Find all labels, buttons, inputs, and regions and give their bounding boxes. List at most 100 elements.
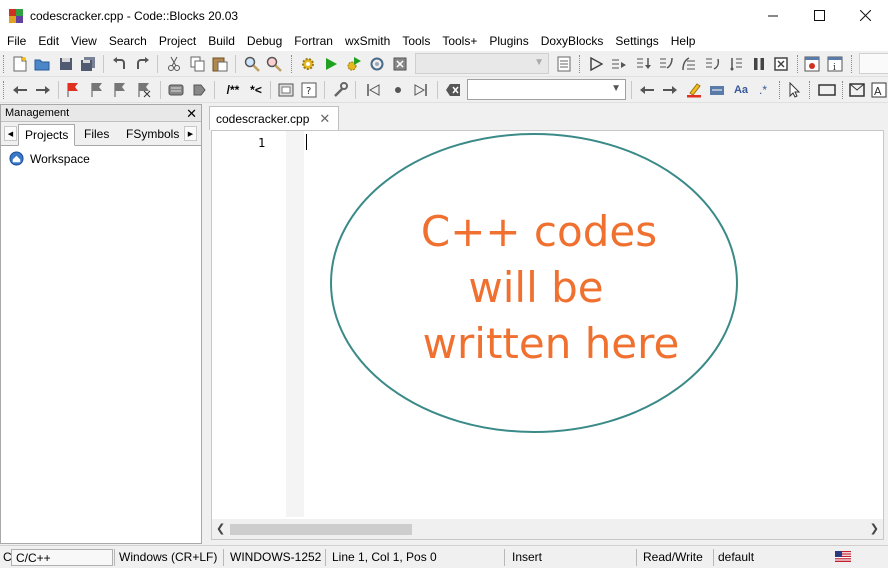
- redo-icon[interactable]: [133, 55, 151, 73]
- cut-icon[interactable]: [165, 55, 183, 73]
- scrollbar-thumb[interactable]: [230, 524, 412, 535]
- status-position: Line 1, Col 1, Pos 0: [332, 550, 437, 564]
- menu-file[interactable]: File: [1, 31, 32, 51]
- svg-text:i: i: [833, 63, 836, 72]
- menu-settings[interactable]: Settings: [609, 31, 664, 51]
- clear-search-icon[interactable]: [444, 81, 462, 99]
- menu-tools-plus[interactable]: Tools+: [436, 31, 483, 51]
- next-bookmark-icon[interactable]: [111, 81, 129, 99]
- annotation-overlay: C++ codes will be written here: [330, 133, 738, 433]
- debug-info-icon[interactable]: i: [826, 55, 844, 73]
- copy-icon[interactable]: [189, 55, 207, 73]
- search-next-icon[interactable]: [661, 81, 679, 99]
- incremental-search-combo[interactable]: ▼: [467, 79, 626, 100]
- stop-debug-icon[interactable]: [772, 55, 790, 73]
- status-language-prefix: C: [3, 550, 12, 564]
- menu-help[interactable]: Help: [665, 31, 702, 51]
- menu-project[interactable]: Project: [153, 31, 202, 51]
- management-panel: Management ✕ ◀ Projects Files FSymbols ▶…: [0, 104, 202, 544]
- wrench-icon[interactable]: [331, 81, 349, 99]
- tab-files[interactable]: Files: [78, 124, 115, 146]
- select-pointer-icon[interactable]: [786, 81, 804, 99]
- doxy-line-comment-button[interactable]: *<: [246, 81, 266, 99]
- horizontal-scrollbar[interactable]: ❮ ❯: [212, 519, 883, 539]
- search-prev-icon[interactable]: [638, 81, 656, 99]
- debug-start-icon[interactable]: [587, 55, 605, 73]
- menu-search[interactable]: Search: [103, 31, 153, 51]
- highlight-icon[interactable]: [685, 81, 703, 99]
- menu-tools[interactable]: Tools: [396, 31, 436, 51]
- open-folder-icon[interactable]: [33, 55, 51, 73]
- editor-tab[interactable]: codescracker.cpp ✕: [209, 106, 340, 131]
- function-marker-icon[interactable]: [389, 81, 407, 99]
- new-file-icon[interactable]: [11, 55, 29, 73]
- status-language[interactable]: C/C++: [11, 549, 113, 566]
- close-window-button[interactable]: [842, 0, 888, 31]
- menu-wxsmith[interactable]: wxSmith: [339, 31, 396, 51]
- next-function-icon[interactable]: [411, 81, 429, 99]
- management-tabs: ◀ Projects Files FSymbols ▶: [1, 122, 201, 146]
- undo-icon[interactable]: [111, 55, 129, 73]
- doxywizard-icon[interactable]: [277, 81, 295, 99]
- prev-bookmark-icon[interactable]: [88, 81, 106, 99]
- tab-scroll-right-icon[interactable]: ▶: [184, 126, 197, 141]
- step-out-icon[interactable]: [680, 55, 698, 73]
- close-tab-icon[interactable]: ✕: [319, 107, 330, 131]
- scroll-left-icon[interactable]: ❮: [216, 522, 225, 535]
- close-icon[interactable]: ✕: [186, 105, 197, 122]
- run-to-cursor-icon[interactable]: [610, 55, 628, 73]
- maximize-button[interactable]: [796, 0, 842, 31]
- tab-scroll-left-icon[interactable]: ◀: [4, 126, 17, 141]
- next-instruction-icon[interactable]: [703, 55, 721, 73]
- find-icon[interactable]: [243, 55, 261, 73]
- tab-projects[interactable]: Projects: [18, 124, 76, 146]
- menu-build[interactable]: Build: [202, 31, 241, 51]
- status-insert-mode: Insert: [512, 550, 543, 564]
- code-editor[interactable]: 1 C++ codes will be written here ❮ ❯: [211, 130, 884, 540]
- menu-doxyblocks[interactable]: DoxyBlocks: [535, 31, 610, 51]
- selected-text-only-icon[interactable]: [708, 81, 726, 99]
- step-into-icon[interactable]: [657, 55, 675, 73]
- toggle-bookmark-icon[interactable]: [64, 81, 82, 99]
- text-tool-icon[interactable]: A: [870, 81, 888, 99]
- build-target-combo[interactable]: ▼: [415, 53, 549, 74]
- annotation-line-1: C++ codes: [421, 207, 657, 256]
- next-line-icon[interactable]: [634, 55, 652, 73]
- replace-icon[interactable]: [265, 55, 283, 73]
- abort-icon[interactable]: [391, 55, 409, 73]
- build-and-run-icon[interactable]: [345, 55, 363, 73]
- run-icon[interactable]: [322, 55, 340, 73]
- save-icon[interactable]: [57, 55, 75, 73]
- show-target-dialog-icon[interactable]: [555, 55, 573, 73]
- menu-fortran[interactable]: Fortran: [288, 31, 339, 51]
- step-into-instruction-icon[interactable]: [727, 55, 745, 73]
- scroll-right-icon[interactable]: ❯: [870, 522, 879, 535]
- menu-view[interactable]: View: [65, 31, 103, 51]
- pause-icon[interactable]: [750, 55, 768, 73]
- doxy-help-icon[interactable]: ?: [300, 81, 318, 99]
- prev-function-icon[interactable]: [365, 81, 383, 99]
- comment-icon[interactable]: [167, 81, 185, 99]
- menu-debug[interactable]: Debug: [241, 31, 288, 51]
- workspace-tree-item[interactable]: Workspace: [9, 151, 90, 166]
- uncomment-icon[interactable]: [191, 81, 209, 99]
- editor-area: codescracker.cpp ✕ 1 C++ codes will be w…: [209, 106, 886, 540]
- tab-fsymbols[interactable]: FSymbols: [120, 124, 185, 146]
- envelope-tool-icon[interactable]: [848, 81, 866, 99]
- minimize-button[interactable]: [750, 0, 796, 31]
- build-gear-icon[interactable]: [299, 55, 317, 73]
- jump-back-icon[interactable]: [11, 81, 29, 99]
- clear-bookmarks-icon[interactable]: [135, 81, 153, 99]
- paste-icon[interactable]: [211, 55, 229, 73]
- menu-plugins[interactable]: Plugins: [483, 31, 534, 51]
- match-case-icon[interactable]: Aa: [731, 81, 751, 99]
- rectangle-tool-icon[interactable]: [818, 81, 836, 99]
- jump-forward-icon[interactable]: [34, 81, 52, 99]
- save-all-icon[interactable]: [79, 55, 97, 73]
- debug-windows-icon[interactable]: [803, 55, 821, 73]
- regex-icon[interactable]: .*: [754, 81, 772, 99]
- rebuild-icon[interactable]: [368, 55, 386, 73]
- management-title: Management: [5, 107, 70, 119]
- menu-edit[interactable]: Edit: [32, 31, 65, 51]
- doxy-block-comment-button[interactable]: /**: [222, 81, 244, 99]
